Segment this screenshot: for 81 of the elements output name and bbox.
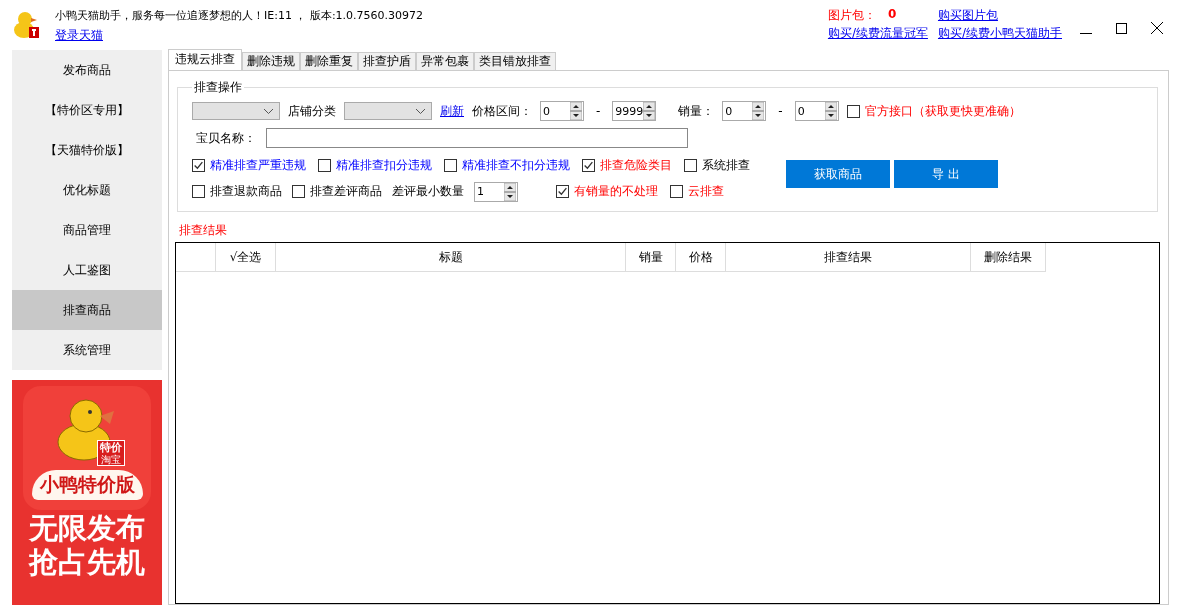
checkbox[interactable] bbox=[318, 158, 331, 172]
tab[interactable]: 违规云排查 bbox=[168, 49, 242, 70]
checkbox-label[interactable]: 精准排查不扣分违规 bbox=[462, 156, 570, 174]
tab[interactable]: 类目错放排查 bbox=[474, 52, 556, 70]
checkbox-label[interactable]: 精准排查扣分违规 bbox=[336, 156, 432, 174]
column-header[interactable]: 标题 bbox=[276, 243, 626, 272]
checkbox-label[interactable]: 排查危险类目 bbox=[600, 156, 672, 174]
number-spinner[interactable]: 0 bbox=[540, 101, 584, 121]
sidebar-item[interactable]: 发布商品 bbox=[12, 50, 162, 90]
range-separator: - bbox=[778, 104, 783, 118]
tab[interactable]: 排查护盾 bbox=[358, 52, 416, 70]
results-title: 排查结果 bbox=[179, 222, 228, 239]
action-button[interactable]: 导 出 bbox=[894, 160, 998, 188]
checkbox[interactable] bbox=[582, 158, 595, 172]
sidebar-item[interactable]: 商品管理 bbox=[12, 210, 162, 250]
checkbox-label[interactable]: 排查退款商品 bbox=[210, 183, 282, 200]
label: 宝贝名称： bbox=[196, 129, 256, 147]
checkbox-label[interactable]: 有销量的不处理 bbox=[574, 183, 658, 200]
spin-buttons-icon[interactable] bbox=[643, 102, 656, 120]
image-pack-label: 图片包： bbox=[827, 7, 876, 24]
action-button[interactable]: 获取商品 bbox=[786, 160, 890, 188]
checkbox[interactable] bbox=[684, 158, 697, 172]
number-spinner[interactable]: 9999 bbox=[612, 101, 657, 121]
image-pack-count: 0 bbox=[887, 7, 897, 23]
checkbox[interactable] bbox=[444, 158, 457, 172]
maximize-icon[interactable] bbox=[1116, 22, 1127, 34]
buy-link[interactable]: 购买/续费小鸭天猫助手 bbox=[937, 25, 1062, 42]
sidebar-item[interactable]: 【天猫特价版】 bbox=[12, 130, 162, 170]
checkbox[interactable] bbox=[292, 185, 305, 198]
checkbox-label[interactable]: 官方接口（获取更快更准确） bbox=[864, 102, 1021, 120]
column-header[interactable]: 价格 bbox=[676, 243, 726, 272]
spin-buttons-icon[interactable] bbox=[824, 102, 837, 120]
range-separator: - bbox=[596, 104, 601, 118]
checkbox-label[interactable]: 系统排查 bbox=[702, 156, 750, 174]
checkbox[interactable] bbox=[556, 185, 569, 198]
checkbox-label[interactable]: 精准排查严重违规 bbox=[210, 156, 306, 174]
tab[interactable]: 异常包裹 bbox=[416, 52, 474, 70]
number-spinner[interactable]: 0 bbox=[722, 101, 767, 121]
app-title: 小鸭天猫助手，服务每一位追逐梦想的人！IE:11 ， 版本:1.0.7560.30972 bbox=[55, 8, 424, 23]
ad-banner[interactable]: 特价 淘宝 小鸭特价版 无限发布 抢占先机 bbox=[12, 380, 162, 605]
number-spinner[interactable]: 1 bbox=[474, 181, 518, 202]
checkbox[interactable] bbox=[192, 158, 205, 172]
label: 店铺分类 bbox=[288, 102, 336, 120]
column-header[interactable]: 排查结果 bbox=[726, 243, 971, 272]
sidebar-item[interactable]: 优化标题 bbox=[12, 170, 162, 210]
spin-buttons-icon[interactable] bbox=[752, 102, 765, 120]
column-header[interactable]: √全选 bbox=[216, 243, 276, 272]
group-title: 排查操作 bbox=[193, 79, 243, 96]
checkbox[interactable] bbox=[192, 185, 205, 198]
sidebar-item[interactable]: 【特价区专用】 bbox=[12, 90, 162, 130]
tab[interactable]: 删除违规 bbox=[242, 52, 300, 70]
banner-slogan: 无限发布 bbox=[29, 512, 145, 544]
checkbox[interactable] bbox=[670, 185, 683, 198]
label: 销量： bbox=[678, 102, 715, 120]
login-link[interactable]: 登录天猫 bbox=[55, 27, 424, 44]
item-name-field[interactable] bbox=[266, 128, 688, 148]
column-header[interactable]: 删除结果 bbox=[971, 243, 1046, 272]
tab[interactable]: 删除重复 bbox=[300, 52, 358, 70]
chevron-down-icon bbox=[264, 108, 273, 114]
label: 价格区间： bbox=[472, 102, 532, 120]
close-icon[interactable] bbox=[1151, 22, 1163, 34]
badge: 特价 淘宝 bbox=[97, 440, 125, 466]
label: 差评最小数量 bbox=[392, 183, 464, 200]
spin-buttons-icon[interactable] bbox=[570, 102, 582, 120]
banner-slogan: 抢占先机 bbox=[29, 546, 145, 578]
sidebar-item[interactable]: 系统管理 bbox=[12, 330, 162, 370]
number-spinner[interactable]: 0 bbox=[794, 101, 839, 121]
buy-link[interactable]: 购买图片包 bbox=[937, 7, 1062, 24]
column-header[interactable]: 销量 bbox=[626, 243, 676, 272]
sidebar-item[interactable]: 人工鉴图 bbox=[12, 250, 162, 290]
checkbox[interactable] bbox=[846, 104, 860, 118]
banner-app-name: 小鸭特价版 bbox=[31, 470, 143, 500]
sidebar-item[interactable]: 排查商品 bbox=[12, 290, 162, 330]
header-cell bbox=[176, 243, 216, 272]
refresh-link[interactable]: 刷新 bbox=[440, 102, 464, 120]
checkbox-label[interactable]: 云排查 bbox=[688, 183, 724, 200]
checkbox-label[interactable]: 排查差评商品 bbox=[310, 183, 382, 200]
duck-logo-icon bbox=[13, 10, 41, 40]
chevron-down-icon bbox=[416, 108, 425, 114]
spin-buttons-icon[interactable] bbox=[504, 182, 516, 201]
buy-link[interactable]: 购买/续费流量冠军 bbox=[827, 25, 928, 42]
